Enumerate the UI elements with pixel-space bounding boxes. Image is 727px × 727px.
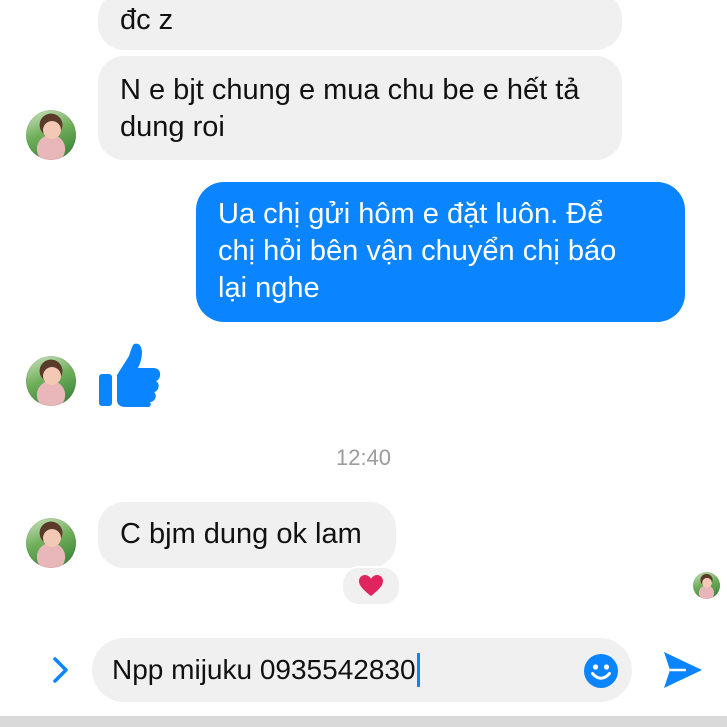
message-text: C bjm dung ok lam <box>120 518 362 550</box>
seen-receipt-avatar <box>693 572 720 599</box>
message-bubble-incoming[interactable]: N e bjt chung e mua chu be e hết tả dung… <box>98 56 622 160</box>
message-reaction[interactable] <box>341 566 401 606</box>
thumbs-up-icon[interactable] <box>96 340 162 408</box>
send-icon[interactable] <box>662 650 704 690</box>
bottom-system-bar <box>0 716 727 727</box>
message-bubble-incoming[interactable]: đc z <box>98 0 622 50</box>
smiley-icon[interactable] <box>583 653 619 689</box>
message-input[interactable]: Npp mijuku 0935542830 <box>92 638 632 702</box>
message-bubble-outgoing[interactable]: Ua chị gửi hôm e đặt luôn. Để chị hỏi bê… <box>196 182 685 322</box>
text-cursor <box>416 652 420 687</box>
message-text-line: lại nghe <box>218 272 320 304</box>
message-timestamp: 12:40 <box>335 445 392 470</box>
message-bubble-incoming[interactable]: C bjm dung ok lam <box>98 502 396 568</box>
message-text-line: chị hỏi bên vận chuyển chị báo <box>218 235 617 267</box>
message-input-value: Npp mijuku 0935542830 <box>112 654 416 685</box>
contact-avatar[interactable] <box>26 356 76 406</box>
message-text-line: Ua chị gửi hôm e đặt luôn. Để <box>218 198 604 230</box>
chevron-right-icon[interactable] <box>48 655 74 685</box>
contact-avatar[interactable] <box>26 110 76 160</box>
message-text-line: dung roi <box>120 111 225 143</box>
heart-icon <box>358 574 384 598</box>
message-text: đc z <box>120 4 174 36</box>
contact-avatar[interactable] <box>26 518 76 568</box>
message-text-line: N e bjt chung e mua chu be e hết tả <box>120 74 580 106</box>
